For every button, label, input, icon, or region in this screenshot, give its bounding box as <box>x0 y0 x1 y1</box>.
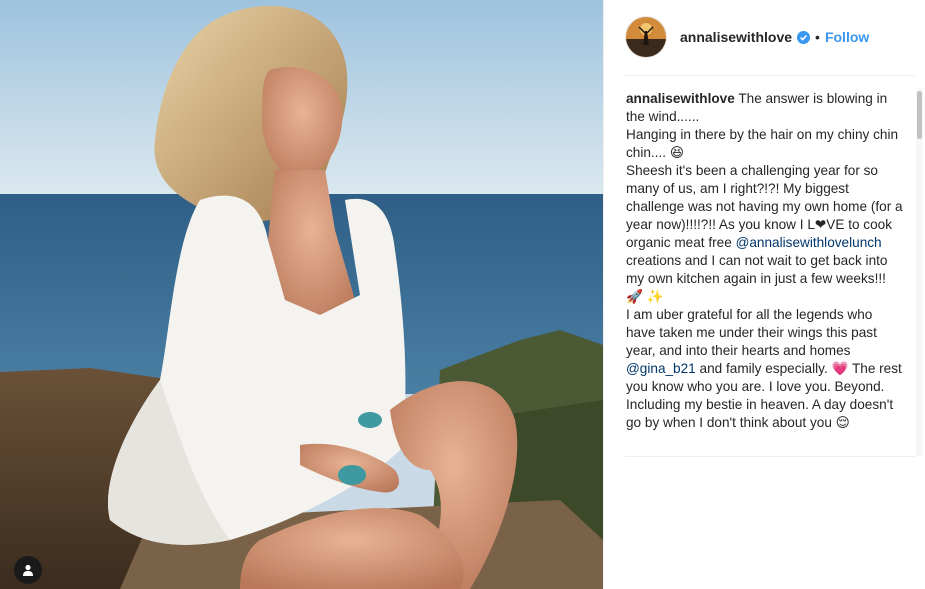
caption-username[interactable]: annalisewithlove <box>626 91 735 106</box>
photo-image <box>0 0 603 589</box>
post-header: annalisewithlove • Follow <box>625 16 913 58</box>
caption-text-2: Hanging in there by the hair on my chiny… <box>626 127 899 160</box>
caption-text-4: creations and I can not wait to get back… <box>626 253 888 304</box>
mention-link[interactable]: @annalisewithlovelunch <box>736 235 882 250</box>
caption-text-5: I am uber grateful for all the legends w… <box>626 307 877 358</box>
separator-dot: • <box>815 29 820 45</box>
post-photo[interactable] <box>0 0 603 589</box>
caption-bottom-divider <box>625 456 915 457</box>
verified-badge-icon <box>797 30 811 44</box>
caption-scroll-track[interactable] <box>916 88 923 456</box>
user-tag-button[interactable] <box>14 556 42 584</box>
caption: annalisewithlove The answer is blowing i… <box>626 90 904 456</box>
caption-scrollbar-thumb[interactable] <box>917 91 922 139</box>
caption-text-6: and family especially. <box>695 361 832 376</box>
user-tag-icon <box>23 564 33 576</box>
mention-link[interactable]: @gina_b21 <box>626 361 696 376</box>
avatar-image <box>626 17 666 57</box>
header-divider <box>625 75 915 76</box>
post-username[interactable]: annalisewithlove <box>680 29 792 45</box>
avatar[interactable] <box>625 16 667 58</box>
follow-button[interactable]: Follow <box>825 29 869 45</box>
